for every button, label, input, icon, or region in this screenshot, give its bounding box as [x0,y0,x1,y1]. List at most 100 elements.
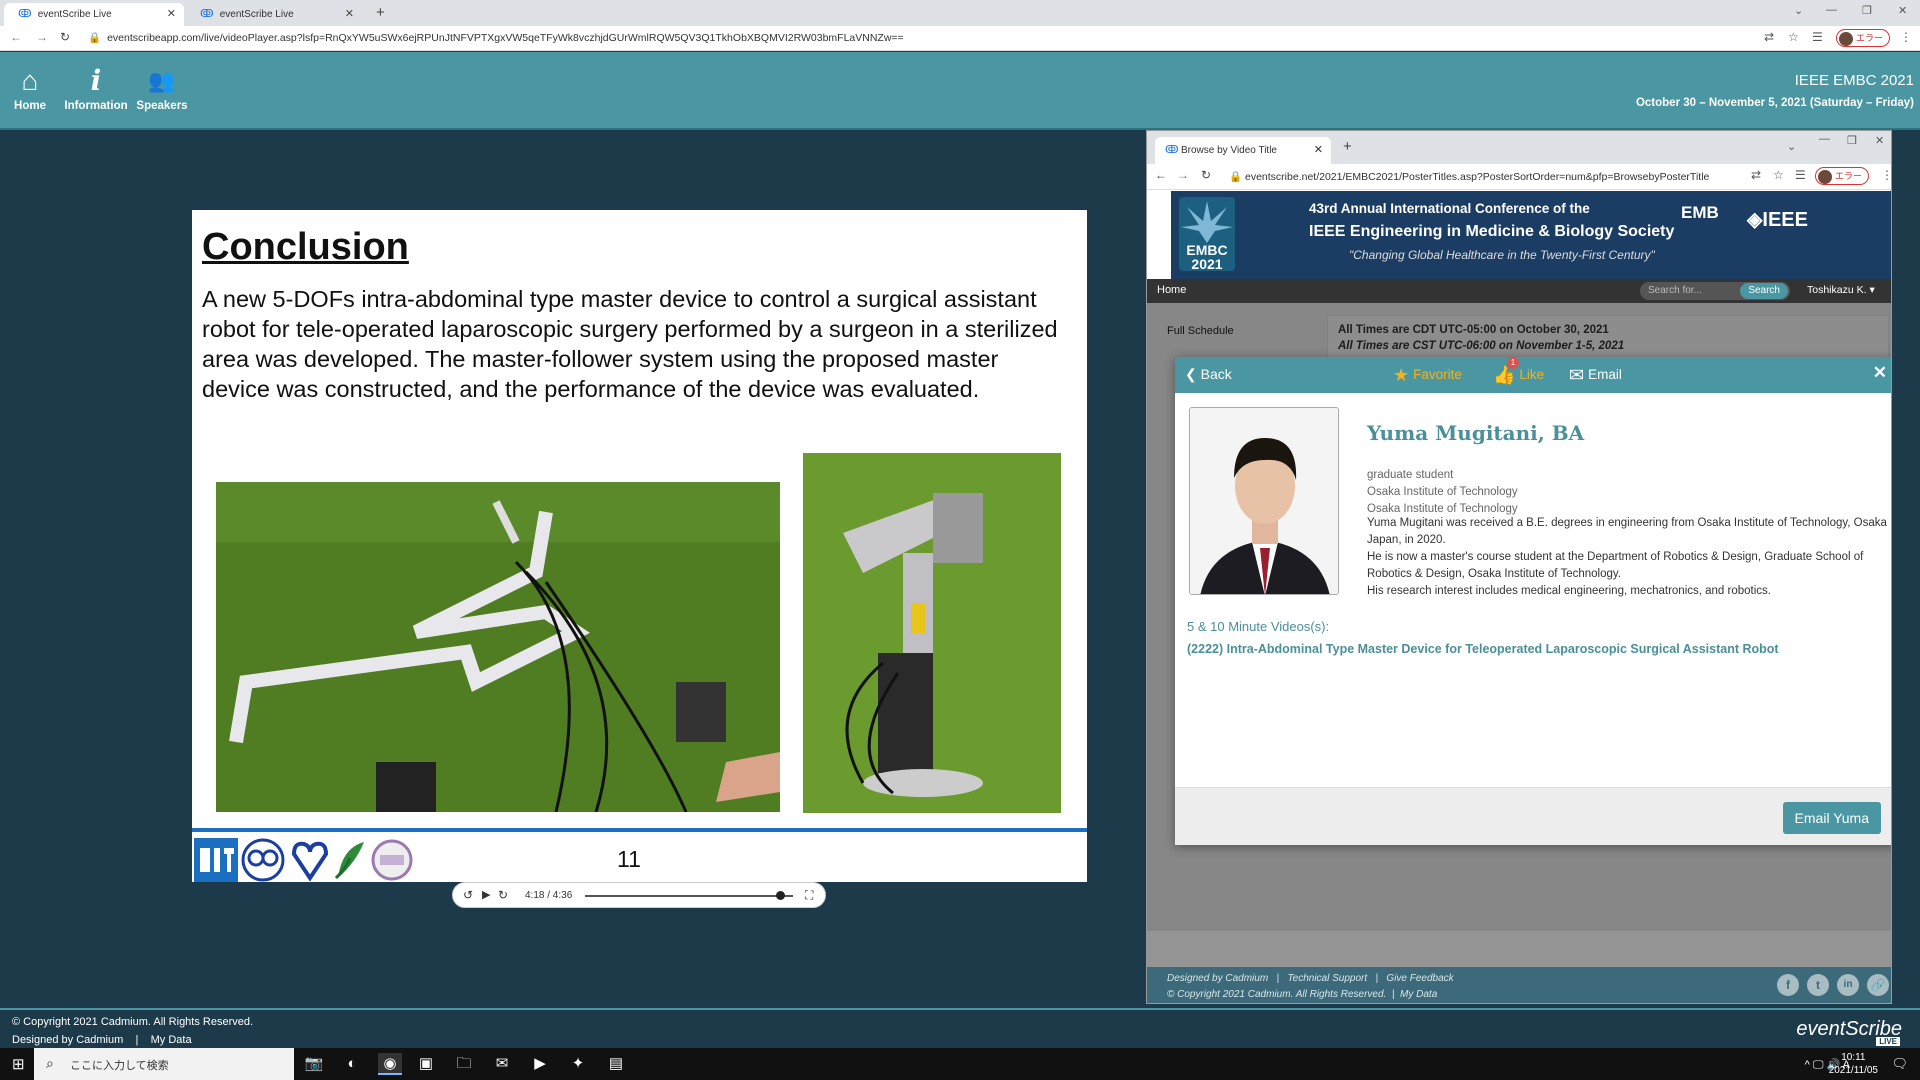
close-tab-icon[interactable]: ✕ [1314,137,1323,164]
tab-search-icon[interactable]: ⌄ [1787,140,1796,153]
reading-list-icon[interactable]: ☰ [1812,30,1823,44]
new-tab-icon[interactable]: + [376,4,385,21]
close-window-icon[interactable]: ✕ [1875,134,1884,147]
my-data-link[interactable]: My Data [1400,989,1437,1000]
taskbar-search[interactable]: ⌕ ここに入力して検索 [34,1048,294,1080]
browser-address-bar: ← → ↻ 🔒 eventscribeapp.com/live/videoPlay… [0,26,1920,51]
bookmark-star-icon[interactable]: ☆ [1788,30,1799,44]
close-icon[interactable]: ✕ [1873,363,1887,383]
tab-search-icon[interactable]: ⌄ [1794,4,1803,17]
browser-tab[interactable]: ↂ eventScribe Live ✕ [186,3,362,26]
minimize-icon[interactable]: — [1826,4,1837,16]
designed-by-link[interactable]: Designed by Cadmium [12,1034,123,1046]
camera-app-icon[interactable]: 📷 [302,1053,326,1075]
back-arrow-icon[interactable]: ← [1155,168,1167,182]
favorite-button[interactable]: ★ Favorite [1393,365,1462,386]
site-search-input[interactable]: Search for... Search [1640,282,1790,300]
avatar [1818,169,1832,184]
twitter-icon[interactable]: t [1807,974,1829,996]
email-button[interactable]: ✉ Email [1569,365,1622,386]
email-speaker-button[interactable]: Email Yuma [1782,802,1881,834]
url-field[interactable]: 🔒 eventscribeapp.com/live/videoPlayer.asp… [88,31,904,44]
restore-icon[interactable]: ❐ [1847,134,1857,147]
link-icon[interactable]: 🔗 [1867,974,1889,996]
menu-kebab-icon[interactable]: ⋮ [1900,30,1912,44]
play-icon[interactable]: ▶ [482,888,490,901]
fullscreen-icon[interactable]: ⛶ [805,888,813,903]
edge-app-icon[interactable]: ◐ [340,1053,364,1075]
explorer-app-icon[interactable]: 🗀 [452,1053,476,1075]
reload-icon[interactable]: ↻ [1201,168,1211,182]
search-button[interactable]: Search [1740,283,1788,299]
menu-kebab-icon[interactable]: ⋮ [1881,168,1891,182]
outlook-app-icon[interactable]: ✉ [490,1053,514,1075]
profile-button[interactable]: エラー [1815,167,1870,185]
technical-support-link[interactable]: Technical Support [1287,973,1367,984]
eventscribe-tab-icon: ↂ [18,8,32,20]
search-icon: ⌕ [46,1055,54,1071]
restore-icon[interactable]: ❐ [1862,4,1872,17]
photos-app-icon[interactable]: ▤ [604,1053,628,1075]
zoom-app-icon[interactable]: ▶ [528,1053,552,1075]
video-seek-bar[interactable] [585,895,793,897]
taskbar-clock[interactable]: 10:11 2021/11/05 [1829,1051,1878,1077]
back-button[interactable]: ❮ Back [1185,366,1232,383]
give-feedback-link[interactable]: Give Feedback [1386,973,1453,984]
envelope-icon: ✉ [1569,365,1585,385]
close-tab-icon[interactable]: ✕ [345,3,354,26]
site-home-link[interactable]: Home [1157,284,1186,296]
forward-arrow-icon[interactable]: → [1177,168,1189,182]
nav-label: Home [14,100,46,112]
inner-browser-window: ↂ Browse by Video Title ✕ + ⌄ — ❐ ✕ ← → … [1146,130,1892,1004]
nav-home[interactable]: ⌂ Home [0,66,63,113]
video-seek-handle[interactable] [776,891,786,900]
inner-browser-tab[interactable]: ↂ Browse by Video Title ✕ [1155,137,1331,164]
close-window-icon[interactable]: ✕ [1898,4,1907,17]
bookmark-star-icon[interactable]: ☆ [1773,168,1784,182]
tab-label: eventScribe Live [37,9,112,20]
like-button[interactable]: 👍 Like [1493,365,1544,386]
video-link[interactable]: (2222) Intra-Abdominal Type Master Devic… [1187,642,1779,656]
media-app-icon[interactable]: ▣ [414,1053,438,1075]
video-controls: ↺ ▶ ↻ 4:18 / 4:36 ⛶ [452,882,826,908]
linkedin-icon[interactable]: in [1837,974,1859,996]
close-tab-icon[interactable]: ✕ [167,3,176,26]
embc-logo-text: EMBC 2021 [1186,242,1228,272]
back-arrow-icon[interactable]: ← [10,30,22,44]
new-tab-icon[interactable]: + [1343,138,1352,155]
my-data-link[interactable]: My Data [151,1034,192,1046]
conference-title: IEEE EMBC 2021 [1794,72,1914,89]
forward-icon[interactable]: ↻ [498,888,508,902]
profile-label: エラー [1835,171,1863,181]
windows-taskbar: ⊞ ⌕ ここに入力して検索 📷 ◐ ◉ ▣ 🗀 ✉ ▶ ✦ ▤ ^ 🖵 🔊 A … [0,1048,1920,1080]
replay-icon[interactable]: ↺ [463,888,473,902]
user-menu[interactable]: Toshikazu K. ▾ [1807,284,1875,296]
slide-title: Conclusion [202,226,409,268]
notification-icon[interactable]: 🗨 [1891,1056,1908,1072]
translate-icon[interactable]: ⇄ [1751,168,1761,182]
chrome-app-icon[interactable]: ◉ [378,1053,402,1075]
designed-by-link[interactable]: Designed by Cadmium [1167,973,1268,984]
reading-list-icon[interactable]: ☰ [1795,168,1806,182]
facebook-icon[interactable]: f [1777,974,1799,996]
translate-icon[interactable]: ⇄ [1764,30,1774,44]
inner-url-field[interactable]: 🔒 eventscribe.net/2021/EMBC2021/PosterTi… [1229,170,1709,183]
speakers-icon: 👥 [148,68,176,93]
conference-dates: October 30 – November 5, 2021 (Saturday … [1635,97,1914,109]
profile-button[interactable]: エラー [1836,29,1891,47]
reload-icon[interactable]: ↻ [60,30,70,44]
site-footer-links: Designed by Cadmium | Technical Support … [1167,973,1454,984]
avatar [1839,31,1853,46]
nav-speakers[interactable]: 👥 Speakers [129,66,195,112]
tab-label: eventScribe Live [219,9,294,20]
nav-label: Information [64,100,128,112]
video-time: 4:18 / 4:36 [525,890,573,901]
forward-arrow-icon[interactable]: → [36,30,48,44]
teams-app-icon[interactable]: ✦ [566,1053,590,1075]
banner-line-1: 43rd Annual International Conference of … [1309,201,1590,216]
windows-start-icon[interactable]: ⊞ [12,1055,25,1073]
nav-information[interactable]: 𝒊 Information [63,66,129,113]
heart-logo [291,841,329,882]
minimize-icon[interactable]: — [1819,133,1830,145]
browser-tab[interactable]: ↂ eventScribe Live ✕ [4,3,184,26]
